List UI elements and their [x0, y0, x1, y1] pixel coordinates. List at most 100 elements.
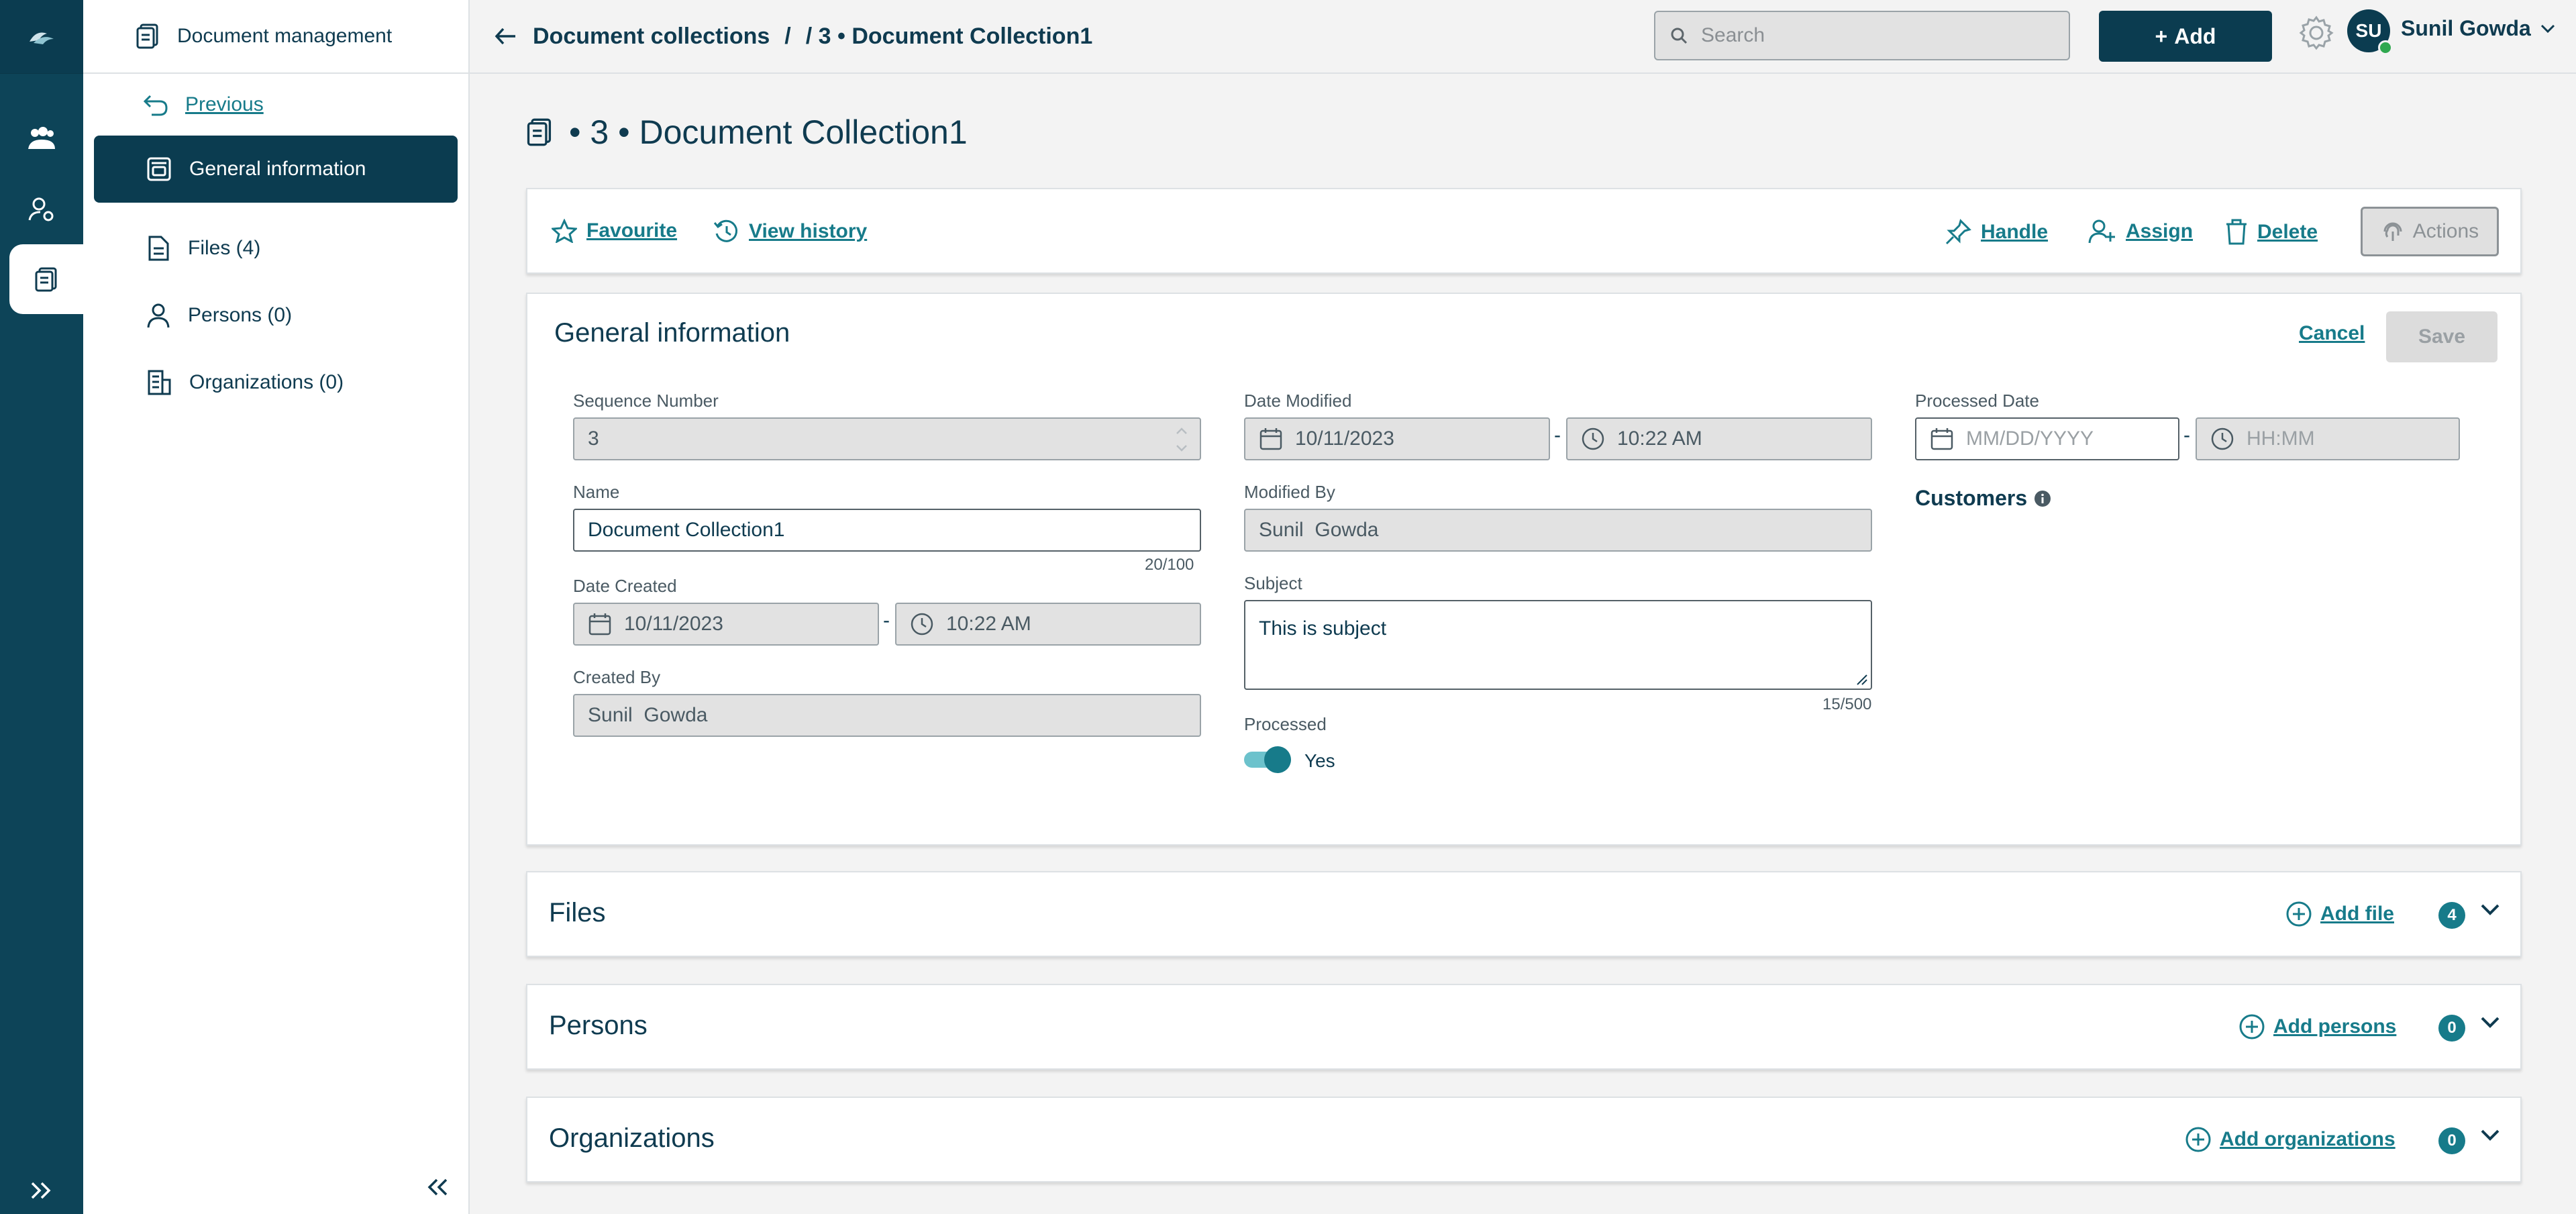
sequence-number-value: 3: [588, 427, 599, 450]
persons-section[interactable]: Persons Add persons 0: [526, 984, 2522, 1070]
side-navigation: Document management Previous General inf…: [83, 0, 470, 1214]
created-by-field[interactable]: Sunil Gowda: [573, 694, 1201, 737]
avatar[interactable]: SU: [2347, 9, 2393, 55]
modified-by-field[interactable]: Sunil Gowda: [1244, 509, 1872, 552]
handle-button[interactable]: Handle: [1945, 219, 2048, 246]
record-toolbar: Favourite View history Handle Assign Del…: [526, 188, 2522, 274]
info-icon[interactable]: [2034, 490, 2051, 507]
section-title: Files: [549, 898, 606, 927]
customers-label: Customers: [1915, 486, 2028, 510]
stepper-icon[interactable]: [1174, 424, 1189, 455]
processed-toggle[interactable]: [1244, 746, 1291, 773]
chevron-down-icon[interactable]: [2480, 903, 2500, 917]
nav-item-label: Files (4): [188, 237, 261, 259]
add-persons-button[interactable]: Add persons: [2238, 1013, 2396, 1040]
date-modified-value: 10/11/2023: [1295, 427, 1394, 450]
date-created-field[interactable]: 10/11/2023: [573, 603, 879, 646]
favourite-button[interactable]: Favourite: [552, 219, 677, 243]
section-title: Organizations: [549, 1123, 715, 1153]
customers-heading: Customers: [1915, 486, 2051, 511]
assign-label: Assign: [2126, 220, 2194, 242]
breadcrumb: Document collections / / 3 • Document Co…: [494, 23, 1092, 50]
processed-date-field[interactable]: MM/DD/YYYY: [1915, 417, 2179, 460]
expand-rail-button[interactable]: [0, 1180, 83, 1201]
breadcrumb-current: / 3 • Document Collection1: [805, 23, 1093, 49]
name-value: Document Collection1: [588, 519, 785, 541]
delete-button[interactable]: Delete: [2225, 219, 2318, 246]
actions-button[interactable]: Actions: [2361, 207, 2499, 256]
processed-time-placeholder: HH:MM: [2247, 427, 2315, 450]
processed-time-field[interactable]: HH:MM: [2196, 417, 2460, 460]
rail-item-contacts[interactable]: [0, 174, 83, 244]
sequence-number-label: Sequence Number: [573, 391, 719, 411]
settings-button[interactable]: [2298, 15, 2334, 54]
files-section[interactable]: Files Add file 4: [526, 871, 2522, 957]
date-time-separator: -: [1554, 424, 1561, 446]
breadcrumb-root[interactable]: Document collections: [533, 23, 770, 50]
resize-handle-icon[interactable]: [1855, 672, 1868, 686]
history-icon: [713, 219, 738, 242]
nav-item-label: Organizations (0): [189, 371, 344, 393]
plus-circle-icon: [2239, 1014, 2265, 1040]
nav-item-files[interactable]: Files (4): [94, 215, 458, 282]
nav-item-general-information[interactable]: General information: [94, 136, 458, 203]
favourite-label: Favourite: [586, 219, 678, 242]
subject-char-count: 15/500: [1822, 695, 1872, 713]
date-modified-field[interactable]: 10/11/2023: [1244, 417, 1550, 460]
top-bar: Document collections / / 3 • Document Co…: [470, 0, 2576, 74]
breadcrumb-separator: /: [784, 23, 791, 49]
search-icon: [1671, 28, 1688, 44]
toggle-knob: [1264, 746, 1291, 773]
subject-label: Subject: [1244, 573, 1302, 593]
rail-item-documents[interactable]: [9, 244, 83, 314]
file-icon: [148, 236, 169, 261]
nav-item-organizations[interactable]: Organizations (0): [94, 349, 458, 416]
clock-icon: [2211, 427, 2234, 450]
user-name: Sunil Gowda: [2401, 16, 2531, 40]
organizations-section[interactable]: Organizations Add organizations 0: [526, 1097, 2522, 1182]
rail-item-groups[interactable]: [0, 105, 83, 174]
section-title: Persons: [549, 1011, 648, 1040]
online-status-dot: [2378, 40, 2393, 55]
avatar-initials: SU: [2355, 20, 2382, 41]
name-field[interactable]: Document Collection1: [573, 509, 1201, 552]
cancel-button[interactable]: Cancel: [2299, 322, 2365, 345]
view-history-button[interactable]: View history: [713, 219, 867, 244]
documents-icon: [527, 118, 552, 146]
star-icon: [552, 219, 577, 243]
add-file-button[interactable]: Add file: [2285, 901, 2394, 927]
user-settings-icon: [28, 197, 54, 221]
date-time-separator: -: [2183, 424, 2190, 446]
add-organizations-button[interactable]: Add organizations: [2185, 1126, 2395, 1153]
collapse-nav-button[interactable]: [425, 1177, 450, 1201]
calendar-icon: [1930, 428, 1953, 450]
add-button[interactable]: + Add: [2099, 11, 2272, 62]
nav-item-persons[interactable]: Persons (0): [94, 282, 458, 349]
chevron-down-icon[interactable]: [2480, 1129, 2500, 1142]
previous-label: Previous: [185, 93, 264, 115]
assign-button[interactable]: Assign: [2088, 219, 2193, 244]
gear-icon: [2299, 15, 2334, 50]
chevron-down-icon[interactable]: [2480, 1016, 2500, 1029]
chevron-down-icon: [2540, 24, 2555, 33]
documents-icon: [136, 23, 158, 49]
date-modified-label: Date Modified: [1244, 391, 1352, 411]
search-input[interactable]: Search: [1654, 11, 2070, 60]
subject-textarea[interactable]: This is subject: [1244, 600, 1872, 690]
save-button[interactable]: Save: [2386, 311, 2497, 362]
time-created-field[interactable]: 10:22 AM: [895, 603, 1201, 646]
user-menu[interactable]: Sunil Gowda: [2401, 16, 2555, 41]
assign-user-icon: [2088, 219, 2115, 244]
back-arrow-icon[interactable]: [494, 26, 518, 46]
created-by-value: Sunil Gowda: [588, 704, 708, 726]
time-modified-field[interactable]: 10:22 AM: [1566, 417, 1872, 460]
search-placeholder: Search: [1701, 24, 1765, 46]
section-heading: General information: [554, 318, 790, 348]
sequence-number-field[interactable]: 3: [573, 417, 1201, 460]
app-logo[interactable]: [0, 0, 83, 74]
add-organizations-label: Add organizations: [2220, 1128, 2395, 1150]
processed-label: Processed: [1244, 714, 1327, 734]
modified-by-label: Modified By: [1244, 482, 1335, 502]
previous-link[interactable]: Previous: [83, 74, 468, 136]
files-count-badge: 4: [2438, 902, 2465, 929]
